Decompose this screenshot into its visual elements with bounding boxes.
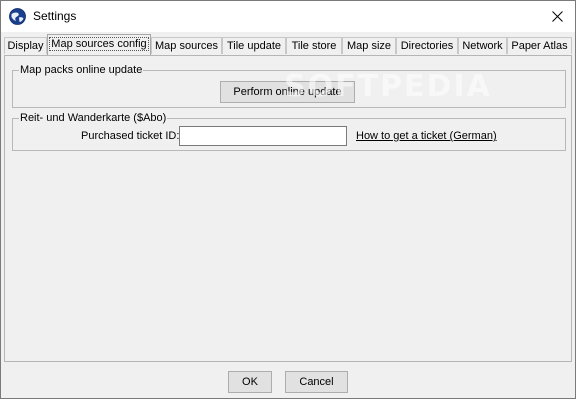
tab-tile-update[interactable]: Tile update xyxy=(222,37,286,54)
tab-display[interactable]: Display xyxy=(4,37,47,54)
perform-online-update-button[interactable]: Perform online update xyxy=(220,81,355,103)
tab-bar: Display Map sources config Map sources T… xyxy=(4,34,572,56)
tab-tile-store[interactable]: Tile store xyxy=(286,37,342,54)
map-packs-group: Map packs online update Perform online u… xyxy=(12,63,566,108)
ok-button[interactable]: OK xyxy=(228,371,272,393)
tab-paper-atlas[interactable]: Paper Atlas xyxy=(507,37,572,54)
reit-wanderkarte-group: Reit- und Wanderkarte ($Abo) Purchased t… xyxy=(12,111,566,151)
globe-icon xyxy=(9,8,26,25)
ticket-id-input[interactable] xyxy=(179,126,347,146)
close-button[interactable] xyxy=(539,1,575,32)
settings-window: Settings Display Map sources config Map … xyxy=(0,0,576,399)
how-to-get-ticket-link[interactable]: How to get a ticket (German) xyxy=(356,129,497,143)
window-title: Settings xyxy=(33,9,77,23)
close-icon xyxy=(551,11,563,22)
tab-directories[interactable]: Directories xyxy=(396,37,458,54)
tab-map-sources[interactable]: Map sources xyxy=(151,37,222,54)
tab-content-panel: Map packs online update Perform online u… xyxy=(4,55,572,362)
map-packs-group-title: Map packs online update xyxy=(19,63,144,77)
tab-map-sources-config[interactable]: Map sources config xyxy=(47,34,151,55)
cancel-button[interactable]: Cancel xyxy=(285,371,348,393)
title-bar: Settings xyxy=(1,1,575,32)
tab-network[interactable]: Network xyxy=(458,37,507,54)
reit-wanderkarte-group-title: Reit- und Wanderkarte ($Abo) xyxy=(19,111,168,125)
tab-map-size[interactable]: Map size xyxy=(342,37,396,54)
ticket-id-label: Purchased ticket ID: xyxy=(81,130,180,142)
